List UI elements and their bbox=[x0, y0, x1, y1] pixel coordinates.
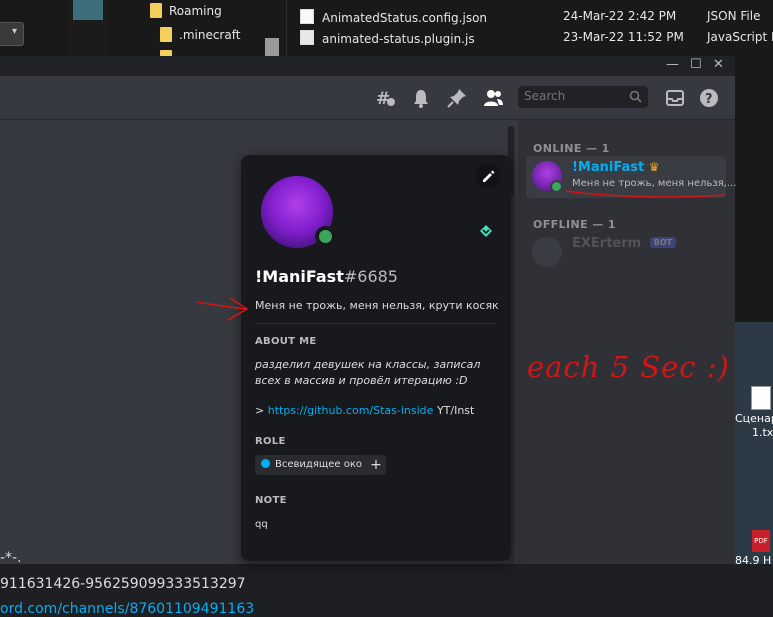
chevron-down-icon: ▾ bbox=[11, 26, 17, 37]
inbox-icon[interactable] bbox=[664, 87, 686, 109]
svg-text:?: ? bbox=[705, 92, 713, 107]
threads-icon[interactable]: # bbox=[374, 87, 396, 109]
search-input[interactable]: Search bbox=[518, 86, 648, 108]
offline-group-header: OFFLINE — 1 bbox=[533, 218, 616, 231]
file-explorer-window: ▾ Roaming .minecraft AnimatedStatus.conf… bbox=[0, 0, 773, 65]
role-pill[interactable]: Всевидящее око bbox=[255, 455, 371, 475]
js-file-icon bbox=[300, 30, 314, 45]
json-file-icon bbox=[300, 9, 314, 24]
svg-text:#: # bbox=[376, 89, 390, 109]
member-item[interactable]: !ManiFast ♛ Меня не трожь, меня нельзя,.… bbox=[526, 156, 736, 198]
desktop-file-label: 84.9 H bbox=[735, 554, 772, 567]
member-name: EXErterm bbox=[572, 236, 642, 251]
help-icon[interactable]: ? bbox=[698, 87, 720, 109]
github-link[interactable]: https://github.com/Stas-inside bbox=[268, 404, 434, 417]
chat-message-text: 911631426-956259099333513297 bbox=[0, 576, 246, 592]
about-me-text: разделил девушек на классы, записал всех… bbox=[255, 358, 481, 387]
folder-icon bbox=[160, 27, 172, 42]
online-status-dot bbox=[315, 226, 336, 247]
bell-icon[interactable] bbox=[410, 87, 432, 109]
edit-profile-button[interactable] bbox=[475, 163, 501, 189]
add-role-button[interactable]: + bbox=[366, 455, 386, 475]
file-row[interactable]: AnimatedStatus.config.json 24-Mar-22 2:4… bbox=[300, 9, 760, 25]
role-color-dot bbox=[261, 459, 270, 468]
search-icon bbox=[629, 90, 642, 103]
crown-icon: ♛ bbox=[648, 160, 660, 174]
desktop-file-label: 1.txt bbox=[752, 426, 773, 439]
text-file-icon[interactable] bbox=[751, 386, 771, 410]
member-item[interactable]: EXErterm BOT bbox=[526, 232, 726, 274]
profile-avatar[interactable] bbox=[260, 175, 336, 249]
note-input[interactable]: qq bbox=[255, 519, 268, 530]
folder-icon bbox=[150, 3, 162, 18]
user-profile-popout: !ManiFast#6685 Меня не трожь, меня нельз… bbox=[241, 155, 511, 561]
thumbnail-preview bbox=[68, 0, 108, 60]
role-header: ROLE bbox=[255, 436, 286, 447]
tree-item-roaming[interactable]: Roaming bbox=[150, 3, 222, 18]
handwritten-note: each 5 Sec :) bbox=[527, 350, 730, 384]
pencil-icon bbox=[483, 170, 495, 182]
pin-icon[interactable] bbox=[446, 87, 468, 109]
divider bbox=[255, 323, 496, 324]
hypesquad-badge-icon[interactable] bbox=[479, 224, 493, 238]
member-list: ONLINE — 1 !ManiFast ♛ Меня не трожь, ме… bbox=[518, 120, 736, 564]
title-bar: — ☐ ✕ bbox=[0, 56, 735, 76]
bot-tag: BOT bbox=[649, 237, 677, 248]
maximize-button[interactable]: ☐ bbox=[690, 57, 702, 72]
explorer-scrollbar[interactable] bbox=[265, 38, 279, 58]
close-button[interactable]: ✕ bbox=[713, 57, 724, 72]
custom-status: Меня не трожь, меня нельзя, крути косяк bbox=[255, 299, 499, 312]
discriminator: #6685 bbox=[343, 267, 398, 286]
minimize-button[interactable]: — bbox=[666, 57, 679, 72]
profile-username: !ManiFast#6685 bbox=[255, 267, 398, 286]
members-icon[interactable] bbox=[482, 87, 504, 109]
member-custom-status: Меня не трожь, меня нельзя,... bbox=[572, 178, 737, 189]
desktop-file-label: Сценар bbox=[735, 412, 773, 425]
online-group-header: ONLINE — 1 bbox=[533, 142, 610, 155]
role-name: Всевидящее око bbox=[275, 459, 363, 470]
online-status-dot bbox=[550, 180, 563, 193]
tree-item-minecraft[interactable]: .minecraft bbox=[160, 27, 240, 42]
pdf-file-icon[interactable]: PDF bbox=[752, 530, 770, 552]
message-link[interactable]: ord.com/channels/87601109491163 bbox=[0, 601, 254, 617]
member-name: !ManiFast bbox=[572, 160, 645, 175]
address-dropdown[interactable]: ▾ bbox=[0, 22, 24, 46]
note-header: NOTE bbox=[255, 495, 287, 506]
about-me-header: ABOUT ME bbox=[255, 336, 317, 347]
avatar bbox=[532, 237, 562, 267]
channel-toolbar: # Search ? bbox=[0, 76, 735, 120]
desktop-background: Сценар 1.txt PDF 84.9 H bbox=[735, 56, 773, 567]
file-row[interactable]: animated-status.plugin.js 23-Mar-22 11:5… bbox=[300, 30, 773, 46]
about-me-link-line: > https://github.com/Stas-inside YT/Inst bbox=[255, 404, 475, 417]
